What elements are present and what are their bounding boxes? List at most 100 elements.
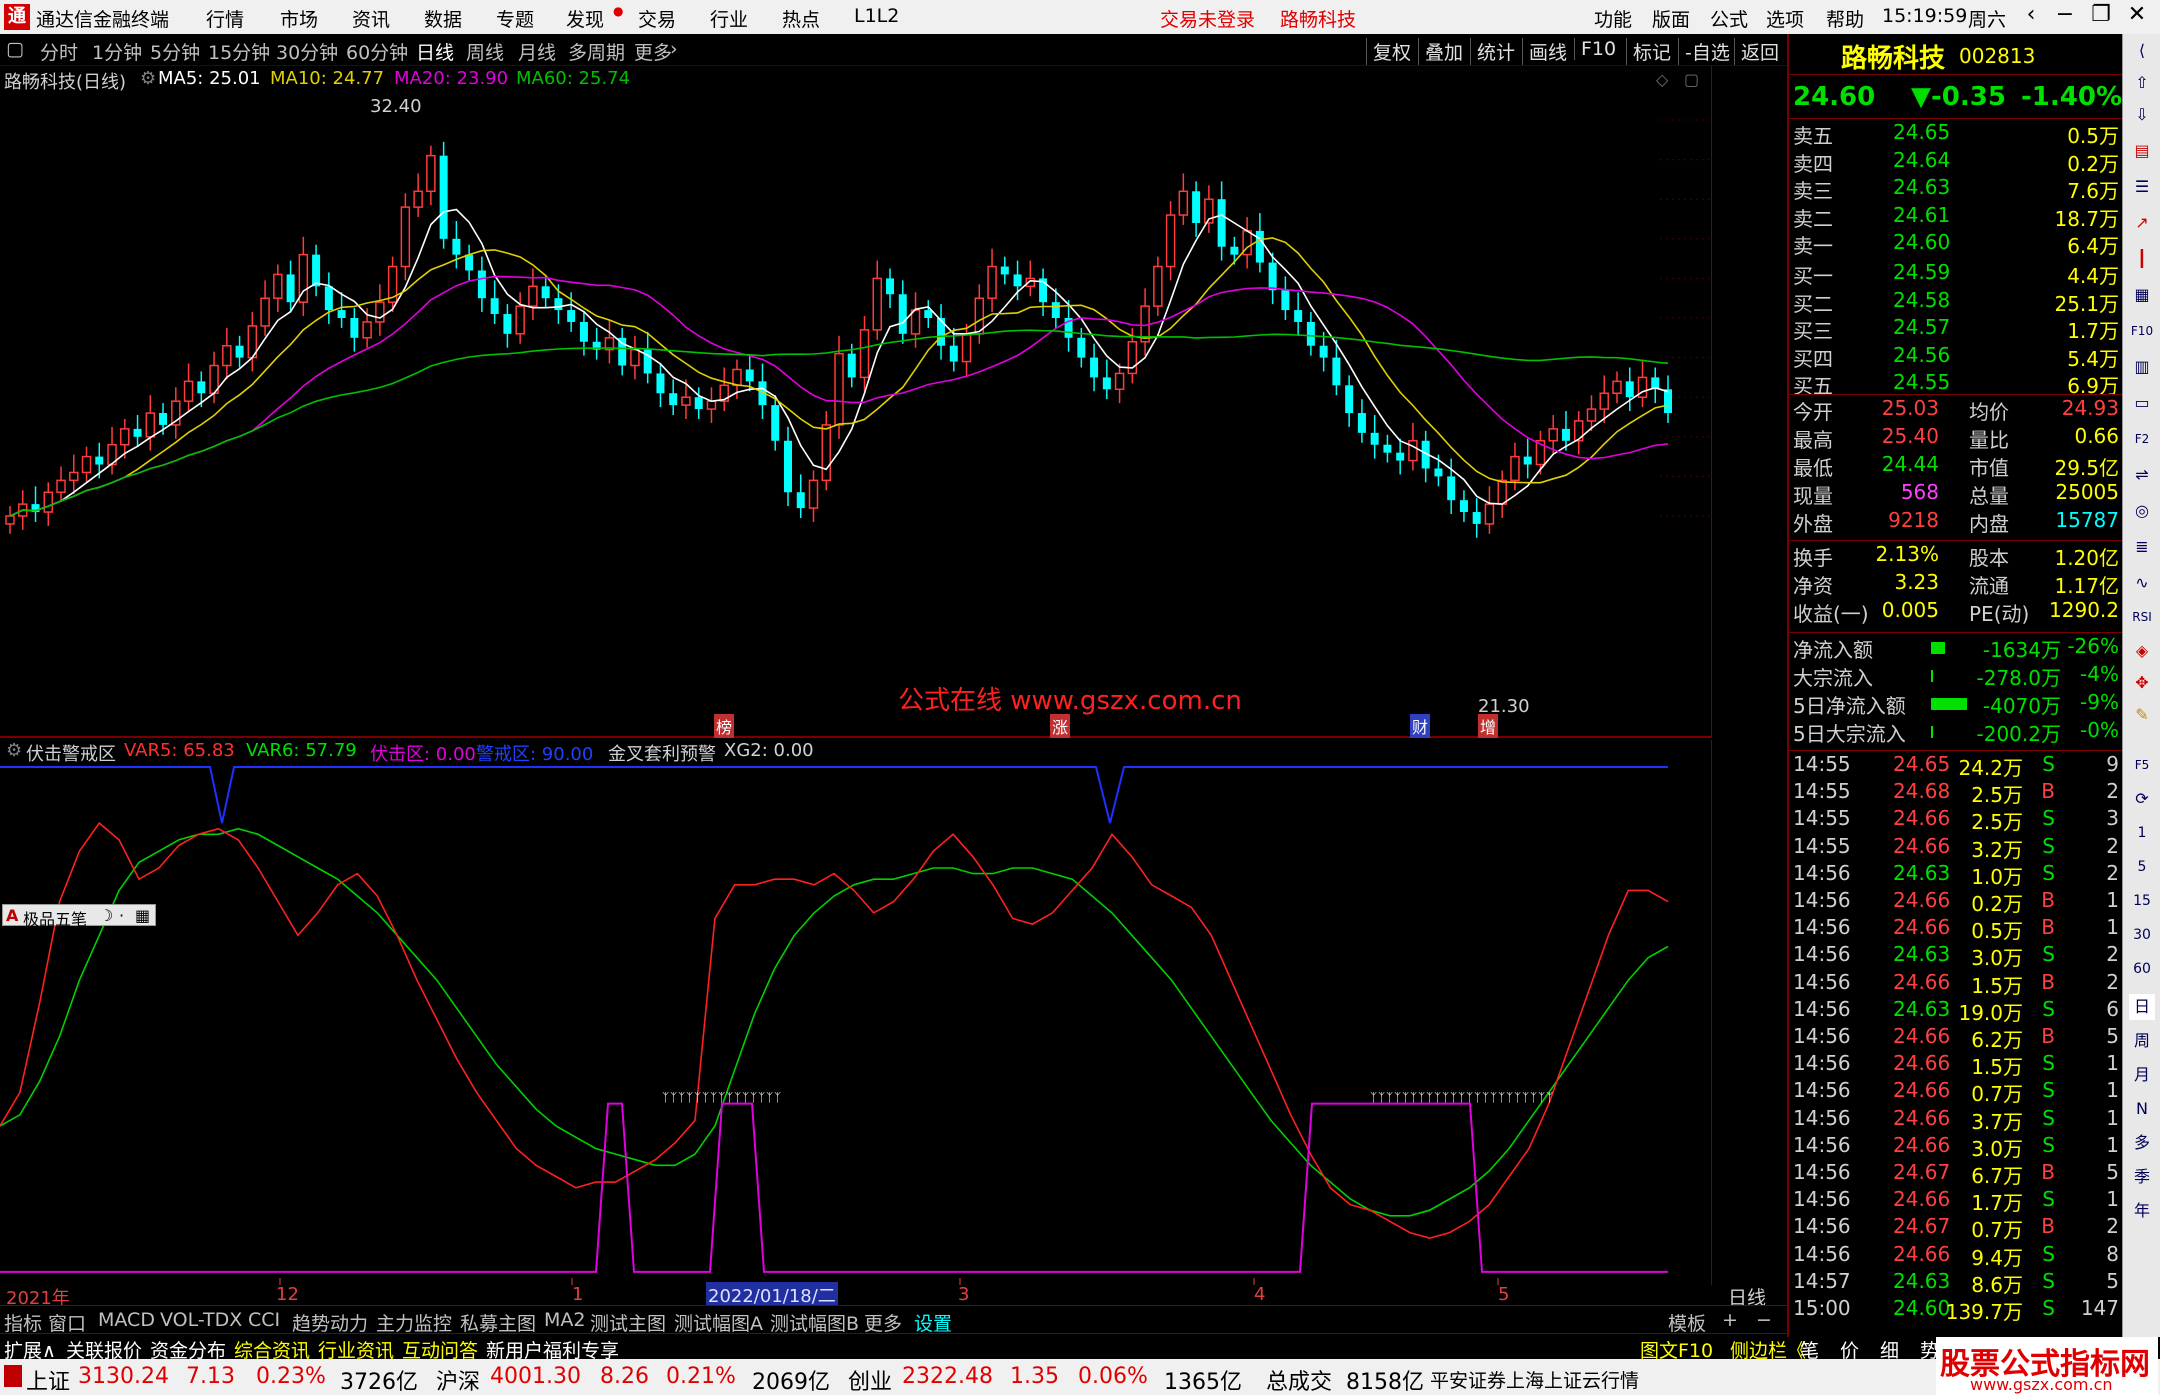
- menu-hot[interactable]: 热点: [782, 5, 820, 32]
- period-monthly[interactable]: 月线: [518, 38, 556, 65]
- refresh-icon[interactable]: ⟳: [2129, 786, 2155, 812]
- menu-topics[interactable]: 专题: [496, 5, 534, 32]
- settings-gear-icon[interactable]: ⚙: [140, 68, 156, 89]
- arrow-up-icon[interactable]: ⇧: [2129, 70, 2155, 96]
- marker-cai[interactable]: 财: [1410, 714, 1431, 738]
- kline-icon[interactable]: ┃: [2129, 246, 2155, 272]
- period-30min[interactable]: 30分钟: [276, 38, 338, 65]
- back-arrow-icon[interactable]: ‹: [2016, 2, 2046, 27]
- ime-toolbar[interactable]: A 极品五笔 ☽ · ▦: [2, 904, 156, 929]
- layers-icon[interactable]: ≣: [2129, 534, 2155, 560]
- f5-icon[interactable]: F5: [2129, 752, 2155, 778]
- period-n-icon[interactable]: N: [2129, 1096, 2155, 1122]
- tab-cci[interactable]: CCI: [248, 1309, 280, 1331]
- tab-more[interactable]: 更多: [864, 1309, 902, 1336]
- period-multi[interactable]: 多周期: [568, 38, 625, 65]
- menu-function[interactable]: 功能: [1594, 5, 1632, 32]
- tab-private-main[interactable]: 私募主图: [460, 1309, 536, 1336]
- square-icon[interactable]: ▢: [1684, 70, 1699, 89]
- kline-chart[interactable]: 32.0031.0030.0029.0028.0027.0026.0025.00…: [0, 66, 1712, 738]
- marker-zeng[interactable]: 增: [1478, 714, 1499, 738]
- index-sh-name[interactable]: 上证: [26, 1364, 70, 1395]
- tool-watchlist[interactable]: -自选: [1678, 38, 1730, 65]
- page-icon[interactable]: ▭: [2129, 390, 2155, 416]
- period-fenshi[interactable]: 分时: [40, 38, 78, 65]
- index-cy-name[interactable]: 创业: [848, 1364, 892, 1395]
- toolbar-menu-icon[interactable]: ▢: [6, 38, 24, 60]
- period-weekly[interactable]: 周线: [466, 38, 504, 65]
- pencil-icon[interactable]: ✎: [2129, 702, 2155, 728]
- f10-icon[interactable]: F10: [2129, 318, 2155, 344]
- tool-draw[interactable]: 画线: [1522, 38, 1567, 65]
- menu-quotes[interactable]: 行情: [206, 5, 244, 32]
- tab-indicator[interactable]: 指标: [4, 1309, 42, 1336]
- tab-main-monitor[interactable]: 主力监控: [376, 1309, 452, 1336]
- period-60-icon[interactable]: 60: [2129, 956, 2155, 982]
- ime-name[interactable]: 极品五笔: [23, 906, 87, 930]
- shield-icon[interactable]: ◈: [2129, 638, 2155, 664]
- period-daily[interactable]: 日线: [416, 38, 454, 65]
- tab-window[interactable]: 窗口: [48, 1309, 86, 1336]
- line-chart-icon[interactable]: ↗: [2129, 210, 2155, 236]
- tab-trend[interactable]: 趋势动力: [292, 1309, 368, 1336]
- diamond-icon[interactable]: ◇: [1656, 70, 1668, 89]
- menu-market[interactable]: 市场: [280, 5, 318, 32]
- menu-news[interactable]: 资讯: [352, 5, 390, 32]
- period-5min[interactable]: 5分钟: [150, 38, 200, 65]
- indicator-chart[interactable]: ᛉᛉᛉᛉᛉᛉᛉᛉᛉᛉᛉᛉᛉᛉᛉᛉᛉᛉᛉᛉᛉᛉᛉᛉᛉᛉᛉᛉᛉᛉᛉᛉᛉᛉᛉᛉᛉᛉ 9…: [0, 740, 1712, 1285]
- tick-list[interactable]: 14:55 24.65 24.2万 S 9 14:55 24.68 2.5万 B 2 14:55 24…: [1789, 752, 2124, 1332]
- period-week-icon[interactable]: 周: [2129, 1028, 2155, 1054]
- menu-l1l2[interactable]: L1L2: [854, 5, 899, 27]
- tool-back[interactable]: 返回: [1734, 38, 1779, 65]
- marker-zhang[interactable]: 涨: [1050, 714, 1071, 738]
- tab-test-a[interactable]: 测试幅图A: [674, 1309, 763, 1336]
- menu-formula[interactable]: 公式: [1710, 5, 1748, 32]
- tab-ma2[interactable]: MA2: [544, 1309, 585, 1331]
- period-15-icon[interactable]: 15: [2129, 888, 2155, 914]
- tool-stats[interactable]: 统计: [1470, 38, 1515, 65]
- period-day-icon[interactable]: 日: [2129, 994, 2155, 1020]
- ime-keyboard-icon[interactable]: ▦: [135, 906, 150, 925]
- ime-moon-icon[interactable]: ☽: [99, 906, 113, 925]
- circle-icon[interactable]: ◎: [2129, 498, 2155, 524]
- tool-overlay[interactable]: 叠加: [1418, 38, 1463, 65]
- tool-fuquan[interactable]: 复权: [1366, 38, 1411, 65]
- compare-icon[interactable]: ⇌: [2129, 462, 2155, 488]
- minimize-icon[interactable]: −: [2050, 2, 2080, 27]
- period-5-icon[interactable]: 5: [2129, 854, 2155, 880]
- close-icon[interactable]: ✕: [2122, 2, 2152, 27]
- period-30-icon[interactable]: 30: [2129, 922, 2155, 948]
- grid-icon[interactable]: ▦: [2129, 282, 2155, 308]
- period-year-icon[interactable]: 年: [2129, 1198, 2155, 1224]
- tab-test-b[interactable]: 测试幅图B: [770, 1309, 859, 1336]
- menu-industry[interactable]: 行业: [710, 5, 748, 32]
- tool-f10[interactable]: F10: [1574, 38, 1616, 60]
- period-1-icon[interactable]: 1: [2129, 820, 2155, 846]
- tab-test-main[interactable]: 测试主图: [590, 1309, 666, 1336]
- tab-vol-tdx[interactable]: VOL-TDX: [160, 1309, 242, 1331]
- tool-mark[interactable]: 标记: [1626, 38, 1671, 65]
- menu-data[interactable]: 数据: [424, 5, 462, 32]
- table-icon[interactable]: ▥: [2129, 354, 2155, 380]
- period-season-icon[interactable]: 季: [2129, 1164, 2155, 1190]
- report-icon[interactable]: ▤: [2129, 138, 2155, 164]
- restore-icon[interactable]: ❐: [2086, 2, 2116, 27]
- menu-layout[interactable]: 版面: [1652, 5, 1690, 32]
- chevron-right-icon[interactable]: ›: [670, 38, 678, 60]
- remove-icon[interactable]: −: [1756, 1309, 1772, 1331]
- f2-icon[interactable]: F2: [2129, 426, 2155, 452]
- template-button[interactable]: 模板: [1668, 1309, 1706, 1336]
- collapse-icon[interactable]: ⟨: [2129, 38, 2155, 64]
- period-month-icon[interactable]: 月: [2129, 1062, 2155, 1088]
- add-icon[interactable]: +: [1722, 1309, 1738, 1331]
- marker-bang[interactable]: 榜: [714, 714, 735, 738]
- list-icon[interactable]: ☰: [2129, 174, 2155, 200]
- rsi-icon[interactable]: RSI: [2129, 604, 2155, 630]
- indicator-settings-icon[interactable]: ⚙: [6, 740, 22, 761]
- period-60min[interactable]: 60分钟: [346, 38, 408, 65]
- tab-settings[interactable]: 设置: [914, 1309, 952, 1336]
- wave-icon[interactable]: ∿: [2129, 570, 2155, 596]
- move-icon[interactable]: ✥: [2129, 670, 2155, 696]
- login-status[interactable]: 交易未登录: [1160, 5, 1255, 32]
- period-multi-icon[interactable]: 多: [2129, 1130, 2155, 1156]
